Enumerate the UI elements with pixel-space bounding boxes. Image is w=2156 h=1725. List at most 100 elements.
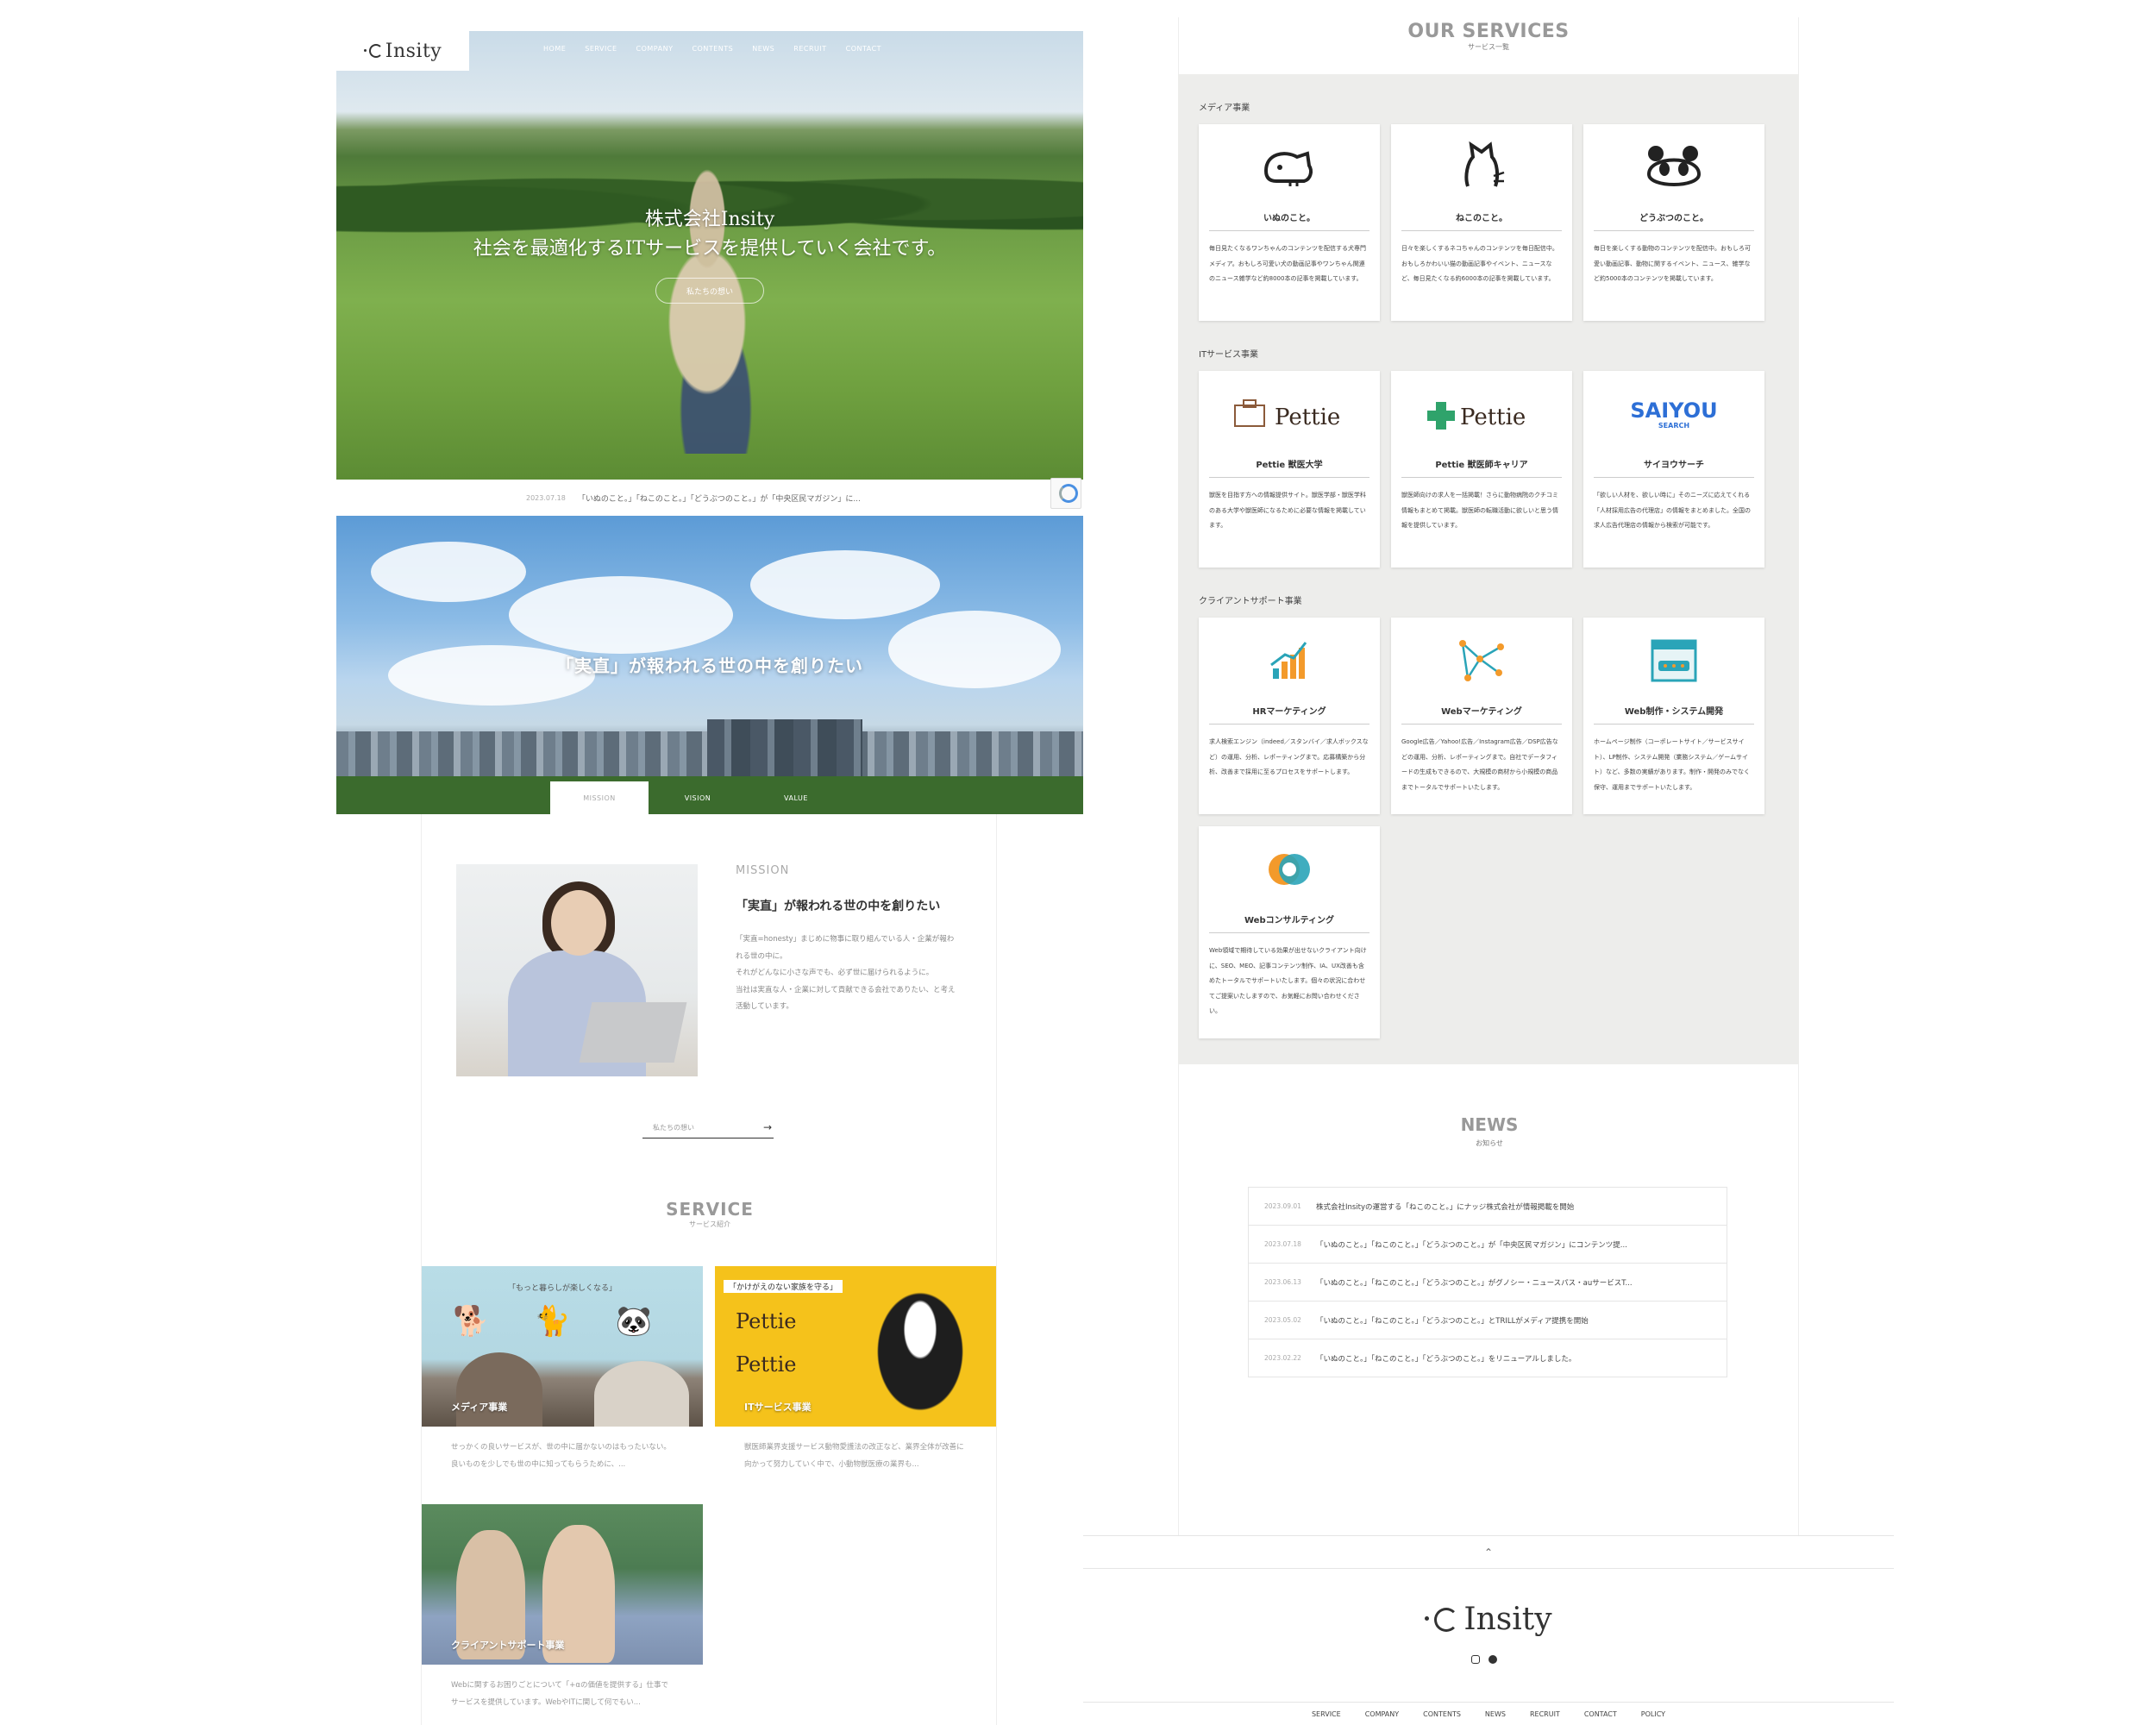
logo-text: Insity	[385, 40, 442, 62]
pettie-career-logo: Pettie	[736, 1309, 797, 1333]
mission-title: 「実直」が報われる世の中を創りたい	[736, 900, 941, 913]
card-title: Web制作・システム開発	[1594, 704, 1754, 724]
it-tagline: 「かけがえのない家族を守る」	[724, 1280, 843, 1293]
nav-news[interactable]: NEWS	[752, 45, 774, 53]
bar-chart-icon	[1199, 618, 1380, 704]
category-label-client: クライアントサポート事業	[1199, 597, 1302, 606]
hero-our-thoughts-button[interactable]: 私たちの想い	[655, 278, 764, 304]
service-card-caption: クライアントサポート事業	[451, 1640, 565, 1651]
news-ticker-date: 2023.07.18	[526, 493, 566, 502]
card-title: HRマーケティング	[1209, 704, 1369, 724]
news-title: 「いぬのこと。」「ねこのこと。」「どうぶつのこと。」をリニューアルしました。	[1316, 1354, 1576, 1364]
service-card-client-support[interactable]: クライアントサポート事業 Webに関するお困りごとについて「+αの価値を提供する…	[422, 1504, 703, 1712]
service-card-it[interactable]: 「かけがえのない家族を守る」 Pettie Pettie ITサービス事業 獣医…	[715, 1266, 996, 1474]
card-text: 「欲しい人材を、欲しい時に」そのニーズに応えてくれる「人材採用広告の代理店」の情…	[1594, 492, 1751, 529]
global-nav: HOME SERVICE COMPANY CONTENTS NEWS RECRU…	[543, 45, 881, 53]
tab-vision[interactable]: VISION	[649, 781, 747, 814]
mission-body: 「実直=honesty」まじめに物事に取り組んでいる人・企業が報われる世の中に。…	[736, 935, 956, 1012]
service-card-saiyou-search[interactable]: SAIYOU SEARCH サイヨウサーチ 「欲しい人材を、欲しい時に」そのニーズ…	[1583, 371, 1764, 568]
category-label-media: メディア事業	[1199, 104, 1250, 113]
media-tagline: 「もっと暮らしが楽しくなる」	[507, 1284, 617, 1293]
footer-nav-policy[interactable]: POLICY	[1641, 1710, 1665, 1718]
saiyou-logo-text: SAIYOU	[1630, 398, 1717, 423]
news-date: 2023.06.13	[1264, 1278, 1301, 1286]
footer-nav-contact[interactable]: CONTACT	[1584, 1710, 1617, 1718]
recaptcha-badge[interactable]	[1050, 478, 1081, 509]
card-title: Webコンサルティング	[1209, 913, 1369, 933]
mission-banner: 「実直」が報われる世の中を創りたい	[336, 516, 1083, 814]
service-heading-jp: サービス紹介	[689, 1220, 730, 1228]
arrow-right-icon: →	[762, 1121, 772, 1133]
hero-tagline: 社会を最適化するITサービスを提供していく会社です。	[473, 238, 947, 260]
nav-home[interactable]: HOME	[543, 45, 566, 53]
service-card-web-marketing[interactable]: Webマーケティング Google広告／Yahoo!広告／Instagram広告…	[1391, 618, 1572, 814]
footer-nav-company[interactable]: COMPANY	[1365, 1710, 1399, 1718]
news-section: NEWS お知らせ 2023.09.01 株式会社Insityの運営する「ねこのこ…	[1178, 1064, 1799, 1535]
card-text: Web領域で期待している効果が出せないクライアント向けに、SEO、MEO、記事コ…	[1209, 947, 1367, 1014]
media-service-image: 「もっと暮らしが楽しくなる」 🐕 🐈 🐼 メディア事業	[422, 1266, 703, 1427]
card-text: 求人検索エンジン（indeed／スタンバイ／求人ボックスなど）の運用、分析、レポ…	[1209, 738, 1369, 775]
nav-recruit[interactable]: RECRUIT	[793, 45, 826, 53]
footer: ⌃ Insity SERVICE COMPANY CONTENTS NEWS R…	[1083, 1535, 1894, 1725]
mission-tabs: MISSION VISION VALUE	[550, 781, 845, 814]
nav-service[interactable]: SERVICE	[585, 45, 617, 53]
dog-icon: 🐕	[453, 1304, 490, 1339]
service-heading-en: SERVICE	[666, 1199, 754, 1220]
mission-photo	[456, 864, 698, 1076]
mission-label: MISSION	[736, 864, 790, 877]
news-title: 「いぬのこと。」「ねこのこと。」「どうぶつのこと。」が「中央区民マガジン」にコン…	[1316, 1240, 1627, 1250]
logo-mark-icon	[1434, 1608, 1459, 1632]
main-content: MISSION 「実直」が報われる世の中を創りたい 「実直=honesty」まじ…	[421, 814, 997, 1725]
news-ticker[interactable]: 2023.07.18 「いぬのこと。」「ねこのこと。」「どうぶつのこと。」が「中…	[336, 480, 1083, 516]
news-date: 2023.05.02	[1264, 1316, 1301, 1324]
service-card-caption: ITサービス事業	[744, 1402, 812, 1413]
service-card-doubutsu[interactable]: どうぶつのこと。 毎日を楽しくする動物のコンテンツを配信中。おもしろ可愛い動画記…	[1583, 124, 1764, 321]
news-item[interactable]: 2023.07.18 「いぬのこと。」「ねこのこと。」「どうぶつのこと。」が「中央…	[1248, 1226, 1727, 1264]
footer-nav-service[interactable]: SERVICE	[1312, 1710, 1341, 1718]
footer-nav-contents[interactable]: CONTENTS	[1423, 1710, 1461, 1718]
card-title: どうぶつのこと。	[1594, 210, 1754, 231]
footer-logo[interactable]: Insity	[1083, 1602, 1894, 1637]
card-text: Google広告／Yahoo!広告／Instagram広告／DSP広告などの運用…	[1401, 738, 1558, 791]
footer-nav-news[interactable]: NEWS	[1485, 1710, 1506, 1718]
cat-line-icon	[1391, 124, 1572, 210]
news-item[interactable]: 2023.06.13 「いぬのこと。」「ねこのこと。」「どうぶつのこと。」がグノシ…	[1248, 1264, 1727, 1302]
our-services-heading: OUR SERVICES サービス一覧	[1178, 17, 1799, 74]
nav-contact[interactable]: CONTACT	[846, 45, 881, 53]
news-item[interactable]: 2023.09.01 株式会社Insityの運営する「ねこのこと。」にナッジ株式会…	[1248, 1188, 1727, 1226]
service-card-media[interactable]: 「もっと暮らしが楽しくなる」 🐕 🐈 🐼 メディア事業 せっかくの良いサービスが、世…	[422, 1266, 703, 1474]
instagram-icon[interactable]	[1471, 1655, 1480, 1664]
service-card-pettie-career[interactable]: Pettie Pettie 獣医師キャリア 獣医師向けの求人を一括掲載！さらに動…	[1391, 371, 1572, 568]
nav-contents[interactable]: CONTENTS	[692, 45, 733, 53]
our-thoughts-link[interactable]: 私たちの想い →	[642, 1118, 774, 1138]
service-card-pettie-university[interactable]: Pettie Pettie 獣医大学 獣医を目指す方への情報提供サイト。獣医学部…	[1199, 371, 1380, 568]
footer-nav-recruit[interactable]: RECRUIT	[1530, 1710, 1560, 1718]
card-title: Pettie 獣医大学	[1209, 457, 1369, 478]
our-services-heading-jp: サービス一覧	[1468, 43, 1509, 51]
news-ticker-text: 「いぬのこと。」「ねこのこと。」「どうぶつのこと。」が「中央区民マガジン」に..…	[577, 494, 861, 504]
tab-mission[interactable]: MISSION	[550, 781, 649, 814]
pettie-university-logo: Pettie	[1199, 371, 1380, 457]
nav-company[interactable]: COMPANY	[636, 45, 674, 53]
news-heading-en: NEWS	[1460, 1114, 1519, 1135]
service-card-web-consulting[interactable]: Webコンサルティング Web領域で期待している効果が出せないクライアント向けに…	[1199, 826, 1380, 1038]
header-logo[interactable]: Insity	[336, 31, 469, 71]
card-title: ねこのこと。	[1401, 210, 1562, 231]
news-item[interactable]: 2023.02.22 「いぬのこと。」「ねこのこと。」「どうぶつのこと。」をリニュ…	[1248, 1339, 1727, 1377]
tab-value[interactable]: VALUE	[747, 781, 845, 814]
panda-icon: 🐼	[615, 1304, 653, 1339]
saiyou-search-logo: SAIYOU SEARCH	[1583, 371, 1764, 457]
news-title: 「いぬのこと。」「ねこのこと。」「どうぶつのこと。」がグノシー・ニュースパス・a…	[1316, 1278, 1633, 1288]
service-card-inu[interactable]: いぬのこと。 毎日見たくなるワンちゃんのコンテンツを配信する犬専門メディア。おも…	[1199, 124, 1380, 321]
back-to-top-button[interactable]: ⌃	[1083, 1536, 1894, 1569]
news-title: 株式会社Insityの運営する「ねこのこと。」にナッジ株式会社が情報掲載を開始	[1316, 1202, 1575, 1212]
service-card-neko[interactable]: ねこのこと。 日々を楽しくするネコちゃんのコンテンツを毎日配信中。おもしろかわい…	[1391, 124, 1572, 321]
facebook-icon[interactable]	[1489, 1655, 1497, 1664]
service-card-hr-marketing[interactable]: HRマーケティング 求人検索エンジン（indeed／スタンバイ／求人ボックスなど…	[1199, 618, 1380, 814]
card-text: 毎日見たくなるワンちゃんのコンテンツを配信する犬専門メディア。おもしろ可愛い犬の…	[1209, 245, 1366, 282]
news-item[interactable]: 2023.05.02 「いぬのこと。」「ねこのこと。」「どうぶつのこと。」とTRI…	[1248, 1302, 1727, 1339]
service-card-caption: メディア事業	[451, 1402, 508, 1413]
service-card-web-development[interactable]: Web制作・システム開発 ホームページ制作（コーポレートサイト／サービスサイト）…	[1583, 618, 1764, 814]
card-text: ホームページ制作（コーポレートサイト／サービスサイト）、LP制作、システム開発（…	[1594, 738, 1750, 791]
hero-company-name: 株式会社Insity	[644, 209, 775, 230]
